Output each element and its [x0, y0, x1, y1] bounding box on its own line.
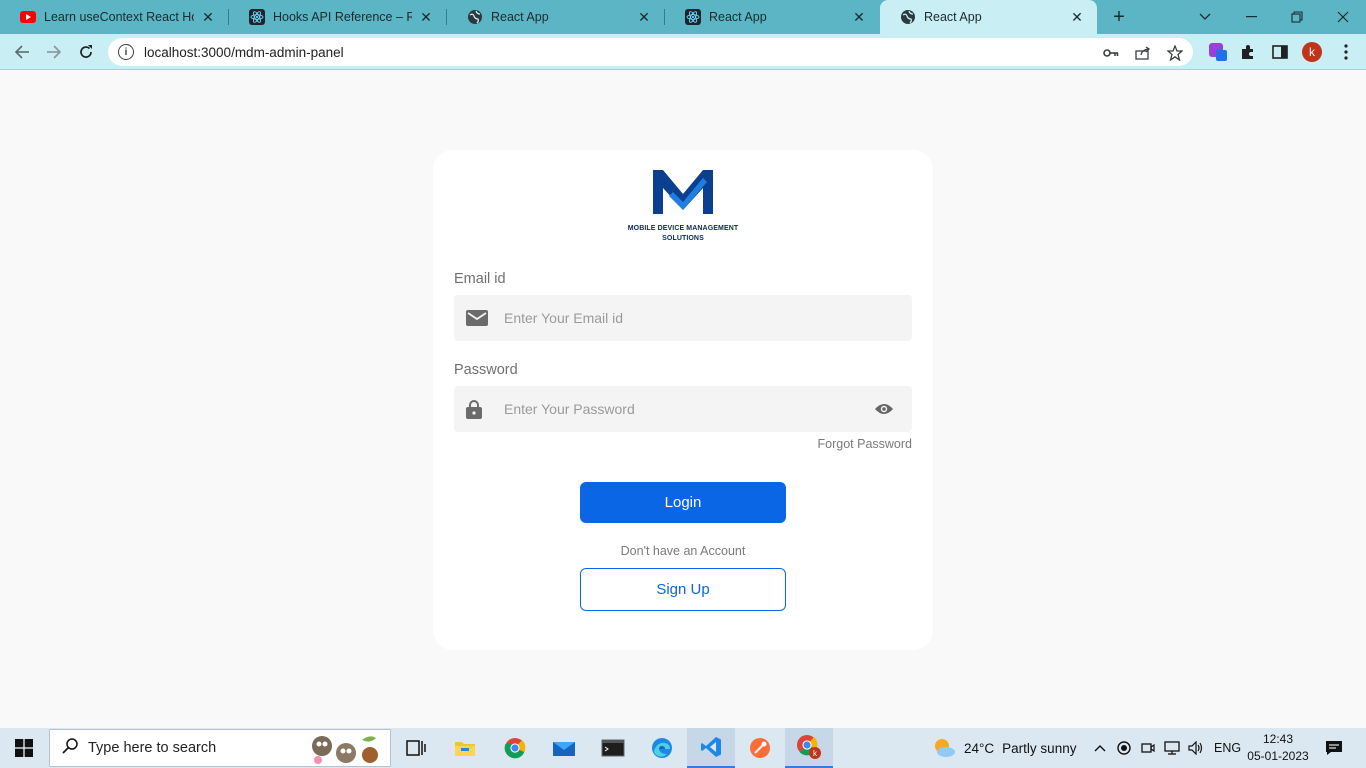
chevron-up-icon[interactable]: [1092, 744, 1108, 752]
logo-caption-line2: SOLUTIONS: [662, 235, 704, 242]
sign-up-button[interactable]: Sign Up: [580, 568, 786, 611]
windows-start-icon[interactable]: [0, 728, 48, 768]
globe-icon: [900, 9, 916, 25]
terminal-icon[interactable]: [589, 728, 637, 768]
reload-icon[interactable]: [74, 40, 98, 64]
globe-icon: [467, 9, 483, 25]
close-tab-icon[interactable]: ✕: [1069, 9, 1085, 25]
tab-react-app-1[interactable]: React App ✕: [447, 0, 664, 34]
taskbar-search-box[interactable]: Type here to search: [49, 729, 391, 767]
tab-learn-usecontext[interactable]: Learn useContext React Hook ✕: [0, 0, 228, 34]
tab-react-app-active[interactable]: React App ✕: [880, 0, 1097, 34]
tab-react-app-2[interactable]: React App ✕: [665, 0, 879, 34]
clock-date: 05-01-2023: [1247, 749, 1309, 763]
mail-icon: [454, 295, 500, 341]
system-clock[interactable]: 12:43 05-01-2023: [1240, 731, 1316, 765]
password-label: Password: [454, 362, 518, 378]
chrome-profile-icon[interactable]: k: [785, 728, 833, 768]
tab-title: React App: [491, 10, 549, 24]
browser-toolbar: i localhost:3000/mdm-admin-panel k: [0, 34, 1366, 70]
windows-taskbar: Type here to search k 24°C Partly sunny …: [0, 728, 1366, 768]
youtube-icon: [20, 9, 36, 25]
tab-title: React App: [924, 10, 982, 24]
language-indicator[interactable]: ENG: [1214, 741, 1241, 755]
mdm-logo: MOBILE DEVICE MANAGEMENT SOLUTIONS: [623, 168, 743, 248]
notifications-icon[interactable]: [1310, 728, 1358, 768]
react-icon: [685, 9, 701, 25]
site-info-icon[interactable]: i: [118, 44, 134, 60]
clock-time: 12:43: [1262, 732, 1294, 746]
partly-sunny-icon: [932, 736, 956, 761]
address-bar[interactable]: i localhost:3000/mdm-admin-panel: [108, 38, 1193, 66]
key-icon[interactable]: [1102, 44, 1120, 62]
no-account-text: Don't have an Account: [620, 544, 746, 558]
forgot-password-link[interactable]: Forgot Password: [818, 437, 912, 451]
new-tab-plus-icon[interactable]: +: [1108, 6, 1130, 28]
show-password-eye-icon[interactable]: [856, 386, 912, 432]
close-window-icon[interactable]: [1320, 0, 1366, 34]
close-tab-icon[interactable]: ✕: [851, 9, 867, 25]
close-tab-icon[interactable]: ✕: [636, 9, 652, 25]
extensions-puzzle-icon[interactable]: [1238, 42, 1258, 62]
volume-icon[interactable]: [1188, 741, 1204, 755]
profile-avatar[interactable]: k: [1302, 42, 1322, 62]
close-tab-icon[interactable]: ✕: [200, 9, 216, 25]
bookmark-star-icon[interactable]: [1166, 44, 1184, 62]
weather-description: Partly sunny: [1002, 740, 1077, 756]
chrome-icon[interactable]: [491, 728, 539, 768]
meet-now-icon[interactable]: [1140, 741, 1156, 755]
email-input[interactable]: [500, 295, 912, 341]
password-field-container: [454, 386, 912, 432]
tab-title: Learn useContext React Hook: [44, 10, 194, 24]
logo-caption-line1: MOBILE DEVICE MANAGEMENT: [627, 225, 739, 232]
record-icon[interactable]: [1116, 741, 1132, 755]
task-view-icon[interactable]: [392, 728, 440, 768]
email-field-container: [454, 295, 912, 341]
close-tab-icon[interactable]: ✕: [418, 9, 434, 25]
back-arrow-icon[interactable]: [10, 40, 34, 64]
forward-arrow-icon[interactable]: [42, 40, 66, 64]
edge-icon[interactable]: [638, 728, 686, 768]
network-icon[interactable]: [1164, 741, 1180, 755]
more-menu-icon[interactable]: [1336, 42, 1356, 62]
file-explorer-icon[interactable]: [441, 728, 489, 768]
search-highlight-doodle-icon: [312, 736, 378, 764]
weather-temperature: 24°C: [964, 740, 995, 756]
tab-title: Hooks API Reference – React: [273, 10, 412, 24]
postman-icon[interactable]: [736, 728, 784, 768]
weather-widget[interactable]: 24°C Partly sunny: [932, 728, 1076, 768]
restore-icon[interactable]: [1274, 0, 1320, 34]
vscode-icon[interactable]: [687, 728, 735, 768]
search-icon: [62, 737, 78, 759]
tab-search-chevron-icon[interactable]: [1182, 0, 1228, 34]
extension-app-icon[interactable]: [1208, 42, 1228, 62]
login-button[interactable]: Login: [580, 482, 786, 523]
share-icon[interactable]: [1134, 44, 1152, 62]
tab-strip: Learn useContext React Hook ✕ Hooks API …: [0, 0, 1366, 34]
system-tray: ENG: [1092, 728, 1241, 768]
email-label: Email id: [454, 271, 506, 287]
tab-title: React App: [709, 10, 767, 24]
tab-hooks-api[interactable]: Hooks API Reference – React ✕: [229, 0, 446, 34]
search-placeholder: Type here to search: [88, 740, 217, 756]
mail-app-icon[interactable]: [540, 728, 588, 768]
password-input[interactable]: [494, 386, 856, 432]
react-icon: [249, 9, 265, 25]
mdm-logo-mark-icon: [653, 170, 713, 214]
lock-icon: [454, 386, 494, 432]
minimize-icon[interactable]: [1228, 0, 1274, 34]
login-card: MOBILE DEVICE MANAGEMENT SOLUTIONS Email…: [433, 150, 933, 650]
url-text[interactable]: localhost:3000/mdm-admin-panel: [144, 45, 344, 60]
side-panel-icon[interactable]: [1270, 42, 1290, 62]
